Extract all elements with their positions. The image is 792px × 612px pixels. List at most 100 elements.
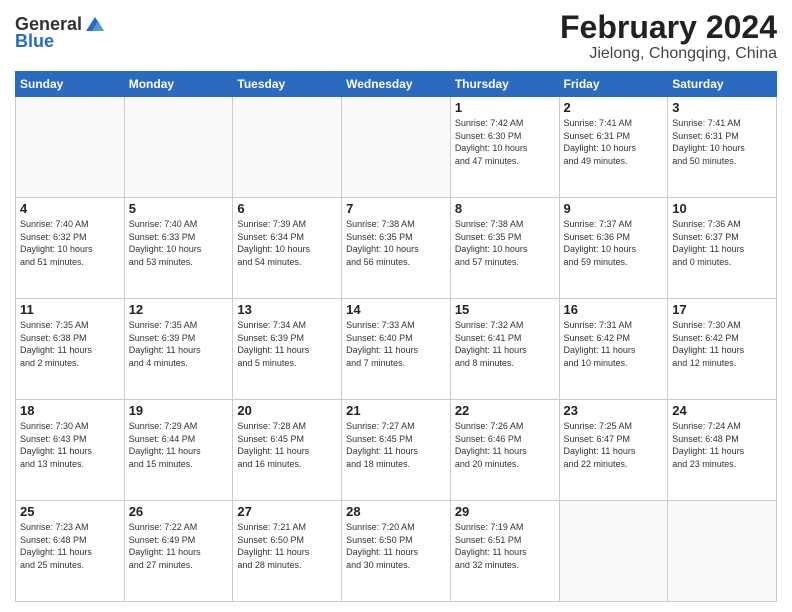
day-info: Sunrise: 7:22 AM Sunset: 6:49 PM Dayligh… bbox=[129, 521, 229, 571]
day-info: Sunrise: 7:27 AM Sunset: 6:45 PM Dayligh… bbox=[346, 420, 446, 470]
table-row: 19 Sunrise: 7:29 AM Sunset: 6:44 PM Dayli… bbox=[124, 400, 233, 501]
table-row: 17 Sunrise: 7:30 AM Sunset: 6:42 PM Dayli… bbox=[668, 299, 777, 400]
table-row bbox=[342, 97, 451, 198]
day-info: Sunrise: 7:26 AM Sunset: 6:46 PM Dayligh… bbox=[455, 420, 555, 470]
day-info: Sunrise: 7:33 AM Sunset: 6:40 PM Dayligh… bbox=[346, 319, 446, 369]
table-row: 4Sunrise: 7:40 AM Sunset: 6:32 PM Daylig… bbox=[16, 198, 125, 299]
header-tuesday: Tuesday bbox=[233, 72, 342, 97]
day-info: Sunrise: 7:29 AM Sunset: 6:44 PM Dayligh… bbox=[129, 420, 229, 470]
calendar-week-row: 11 Sunrise: 7:35 AM Sunset: 6:38 PM Dayli… bbox=[16, 299, 777, 400]
day-info: Sunrise: 7:41 AM Sunset: 6:31 PM Dayligh… bbox=[564, 117, 664, 167]
day-number: 18 bbox=[20, 403, 120, 418]
header-thursday: Thursday bbox=[450, 72, 559, 97]
day-info: Sunrise: 7:42 AM Sunset: 6:30 PM Dayligh… bbox=[455, 117, 555, 167]
day-number: 7 bbox=[346, 201, 446, 216]
table-row bbox=[559, 501, 668, 602]
calendar-week-row: 1 Sunrise: 7:42 AM Sunset: 6:30 PM Daylig… bbox=[16, 97, 777, 198]
day-info: Sunrise: 7:23 AM Sunset: 6:48 PM Dayligh… bbox=[20, 521, 120, 571]
table-row: 8 Sunrise: 7:38 AM Sunset: 6:35 PM Daylig… bbox=[450, 198, 559, 299]
day-info: Sunrise: 7:37 AM Sunset: 6:36 PM Dayligh… bbox=[564, 218, 664, 268]
calendar-title: February 2024 bbox=[560, 10, 777, 45]
table-row: 7 Sunrise: 7:38 AM Sunset: 6:35 PM Daylig… bbox=[342, 198, 451, 299]
table-row: 6 Sunrise: 7:39 AM Sunset: 6:34 PM Daylig… bbox=[233, 198, 342, 299]
day-number: 19 bbox=[129, 403, 229, 418]
day-info: Sunrise: 7:25 AM Sunset: 6:47 PM Dayligh… bbox=[564, 420, 664, 470]
table-row: 1 Sunrise: 7:42 AM Sunset: 6:30 PM Daylig… bbox=[450, 97, 559, 198]
day-number: 5 bbox=[129, 201, 229, 216]
day-number: 13 bbox=[237, 302, 337, 317]
day-number: 22 bbox=[455, 403, 555, 418]
day-info: Sunrise: 7:30 AM Sunset: 6:43 PM Dayligh… bbox=[20, 420, 120, 470]
table-row: 16 Sunrise: 7:31 AM Sunset: 6:42 PM Dayli… bbox=[559, 299, 668, 400]
table-row: 5 Sunrise: 7:40 AM Sunset: 6:33 PM Daylig… bbox=[124, 198, 233, 299]
day-info: Sunrise: 7:34 AM Sunset: 6:39 PM Dayligh… bbox=[237, 319, 337, 369]
table-row: 28 Sunrise: 7:20 AM Sunset: 6:50 PM Dayli… bbox=[342, 501, 451, 602]
table-row: 11 Sunrise: 7:35 AM Sunset: 6:38 PM Dayli… bbox=[16, 299, 125, 400]
table-row: 23 Sunrise: 7:25 AM Sunset: 6:47 PM Dayli… bbox=[559, 400, 668, 501]
weekday-header-row: Sunday Monday Tuesday Wednesday Thursday… bbox=[16, 72, 777, 97]
table-row: 10Sunrise: 7:36 AM Sunset: 6:37 PM Dayli… bbox=[668, 198, 777, 299]
day-info: Sunrise: 7:19 AM Sunset: 6:51 PM Dayligh… bbox=[455, 521, 555, 571]
day-number: 21 bbox=[346, 403, 446, 418]
day-number: 14 bbox=[346, 302, 446, 317]
day-info: Sunrise: 7:24 AM Sunset: 6:48 PM Dayligh… bbox=[672, 420, 772, 470]
table-row: 26 Sunrise: 7:22 AM Sunset: 6:49 PM Dayli… bbox=[124, 501, 233, 602]
day-number: 25 bbox=[20, 504, 120, 519]
day-number: 12 bbox=[129, 302, 229, 317]
table-row: 12Sunrise: 7:35 AM Sunset: 6:39 PM Dayli… bbox=[124, 299, 233, 400]
day-info: Sunrise: 7:39 AM Sunset: 6:34 PM Dayligh… bbox=[237, 218, 337, 268]
table-row bbox=[16, 97, 125, 198]
day-number: 24 bbox=[672, 403, 772, 418]
table-row: 22 Sunrise: 7:26 AM Sunset: 6:46 PM Dayli… bbox=[450, 400, 559, 501]
calendar-week-row: 25 Sunrise: 7:23 AM Sunset: 6:48 PM Dayli… bbox=[16, 501, 777, 602]
calendar-subtitle: Jielong, Chongqing, China bbox=[560, 45, 777, 63]
table-row: 13 Sunrise: 7:34 AM Sunset: 6:39 PM Dayli… bbox=[233, 299, 342, 400]
day-info: Sunrise: 7:32 AM Sunset: 6:41 PM Dayligh… bbox=[455, 319, 555, 369]
day-info: Sunrise: 7:38 AM Sunset: 6:35 PM Dayligh… bbox=[346, 218, 446, 268]
day-number: 8 bbox=[455, 201, 555, 216]
day-info: Sunrise: 7:28 AM Sunset: 6:45 PM Dayligh… bbox=[237, 420, 337, 470]
table-row: 15Sunrise: 7:32 AM Sunset: 6:41 PM Dayli… bbox=[450, 299, 559, 400]
day-number: 1 bbox=[455, 100, 555, 115]
table-row: 21 Sunrise: 7:27 AM Sunset: 6:45 PM Dayli… bbox=[342, 400, 451, 501]
day-number: 27 bbox=[237, 504, 337, 519]
table-row: 3 Sunrise: 7:41 AM Sunset: 6:31 PM Daylig… bbox=[668, 97, 777, 198]
day-info: Sunrise: 7:41 AM Sunset: 6:31 PM Dayligh… bbox=[672, 117, 772, 167]
day-info: Sunrise: 7:40 AM Sunset: 6:32 PM Dayligh… bbox=[20, 218, 120, 268]
day-number: 29 bbox=[455, 504, 555, 519]
day-number: 2 bbox=[564, 100, 664, 115]
table-row bbox=[668, 501, 777, 602]
day-number: 6 bbox=[237, 201, 337, 216]
table-row bbox=[233, 97, 342, 198]
day-info: Sunrise: 7:35 AM Sunset: 6:38 PM Dayligh… bbox=[20, 319, 120, 369]
table-row: 27 Sunrise: 7:21 AM Sunset: 6:50 PM Dayli… bbox=[233, 501, 342, 602]
day-info: Sunrise: 7:30 AM Sunset: 6:42 PM Dayligh… bbox=[672, 319, 772, 369]
logo: General Blue bbox=[15, 14, 106, 52]
header-monday: Monday bbox=[124, 72, 233, 97]
header-wednesday: Wednesday bbox=[342, 72, 451, 97]
day-number: 23 bbox=[564, 403, 664, 418]
day-info: Sunrise: 7:21 AM Sunset: 6:50 PM Dayligh… bbox=[237, 521, 337, 571]
day-number: 26 bbox=[129, 504, 229, 519]
title-block: February 2024 Jielong, Chongqing, China bbox=[560, 10, 777, 63]
header-saturday: Saturday bbox=[668, 72, 777, 97]
table-row bbox=[124, 97, 233, 198]
table-row: 14 Sunrise: 7:33 AM Sunset: 6:40 PM Dayli… bbox=[342, 299, 451, 400]
day-info: Sunrise: 7:20 AM Sunset: 6:50 PM Dayligh… bbox=[346, 521, 446, 571]
day-number: 17 bbox=[672, 302, 772, 317]
day-number: 11 bbox=[20, 302, 120, 317]
table-row: 29 Sunrise: 7:19 AM Sunset: 6:51 PM Dayli… bbox=[450, 501, 559, 602]
calendar-week-row: 4Sunrise: 7:40 AM Sunset: 6:32 PM Daylig… bbox=[16, 198, 777, 299]
day-number: 3 bbox=[672, 100, 772, 115]
day-number: 28 bbox=[346, 504, 446, 519]
day-info: Sunrise: 7:38 AM Sunset: 6:35 PM Dayligh… bbox=[455, 218, 555, 268]
calendar-table: Sunday Monday Tuesday Wednesday Thursday… bbox=[15, 71, 777, 602]
day-info: Sunrise: 7:40 AM Sunset: 6:33 PM Dayligh… bbox=[129, 218, 229, 268]
header-friday: Friday bbox=[559, 72, 668, 97]
table-row: 24 Sunrise: 7:24 AM Sunset: 6:48 PM Dayli… bbox=[668, 400, 777, 501]
logo-icon bbox=[84, 15, 106, 33]
day-info: Sunrise: 7:31 AM Sunset: 6:42 PM Dayligh… bbox=[564, 319, 664, 369]
table-row: 20Sunrise: 7:28 AM Sunset: 6:45 PM Dayli… bbox=[233, 400, 342, 501]
header-sunday: Sunday bbox=[16, 72, 125, 97]
day-number: 16 bbox=[564, 302, 664, 317]
